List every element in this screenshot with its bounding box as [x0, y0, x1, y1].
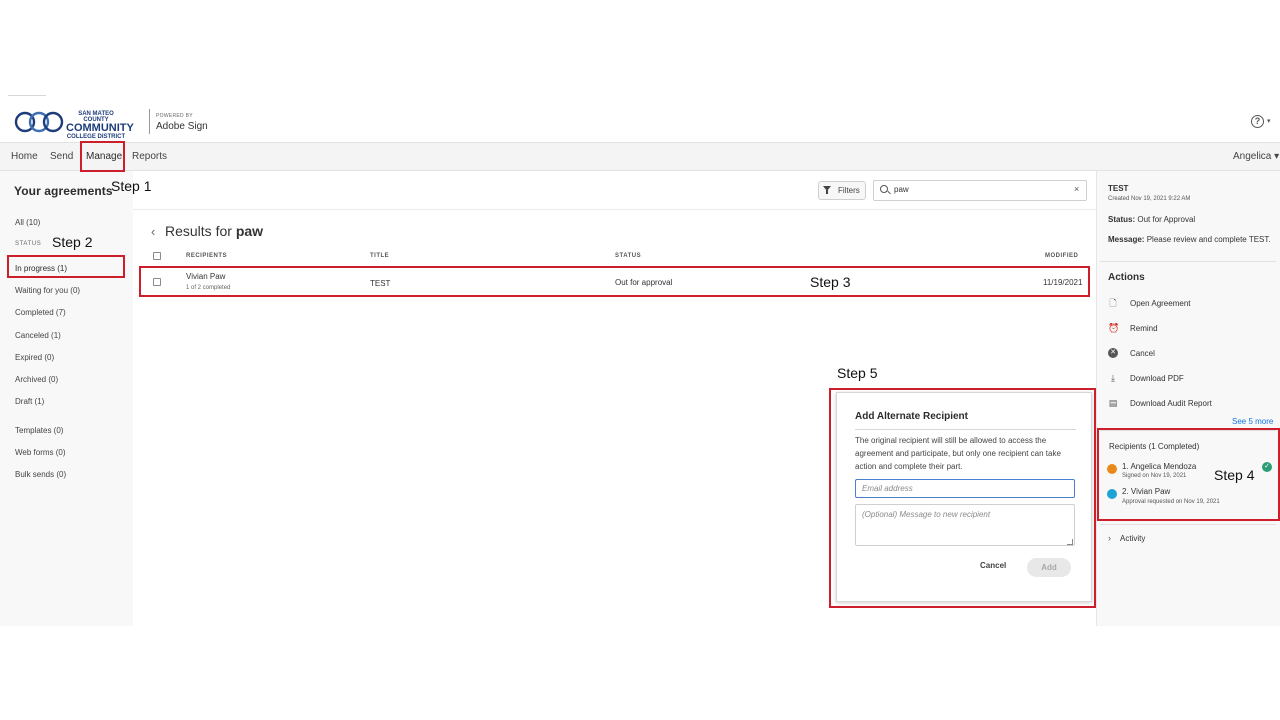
action-download-pdf[interactable]: Download PDF [1130, 374, 1184, 383]
status-key: Status: [1108, 215, 1136, 224]
step4-label: Step 4 [1214, 467, 1255, 483]
step3-label: Step 3 [810, 274, 851, 290]
sidebar-item-expired[interactable]: Expired (0) [15, 353, 54, 362]
cancel-circle-icon: ✕ [1108, 348, 1118, 358]
results-prefix: Results for [165, 223, 232, 239]
document-icon: 🗋 [1109, 298, 1117, 308]
logo-line2: COMMUNITY [66, 122, 134, 134]
action-cancel[interactable]: Cancel [1130, 349, 1155, 358]
status-section-label: STATUS [15, 241, 42, 247]
column-title[interactable]: TITLE [370, 253, 389, 259]
step1-highlight [80, 141, 125, 172]
results-query: paw [235, 223, 264, 239]
search-input-value[interactable]: paw [894, 185, 909, 194]
district-logo-text: SAN MATEO COUNTY COMMUNITY COLLEGE DISTR… [66, 111, 134, 141]
step3-highlight [139, 266, 1090, 297]
step1-label: Step 1 [111, 178, 152, 194]
help-caret-icon[interactable]: ▾ [1267, 117, 1271, 125]
adobe-sign-logo: Adobe Sign [156, 121, 208, 132]
details-divider-3 [1100, 524, 1276, 525]
clear-search-icon[interactable]: × [1074, 184, 1079, 194]
see-more-link[interactable]: See 5 more [1232, 417, 1273, 426]
sidebar-item-draft[interactable]: Draft (1) [15, 397, 44, 406]
sidebar-item-all[interactable]: All (10) [15, 218, 40, 227]
step5-label: Step 5 [837, 365, 878, 381]
sidebar-item-web-forms[interactable]: Web forms (0) [15, 448, 66, 457]
agreement-name: TEST [1108, 184, 1129, 193]
chevron-right-icon[interactable]: › [1108, 533, 1111, 543]
sidebar-item-archived[interactable]: Archived (0) [15, 375, 58, 384]
message-value: Please review and complete TEST. [1146, 235, 1271, 244]
activity-toggle[interactable]: Activity [1120, 534, 1145, 543]
step5-highlight [829, 388, 1096, 608]
column-status[interactable]: STATUS [615, 253, 641, 259]
alarm-clock-icon: ⏰ [1108, 323, 1120, 333]
powered-by-label: POWERED BY [156, 113, 193, 119]
app-header [0, 96, 1280, 142]
agreement-created: Created Nov 19, 2021 9:22 AM [1108, 196, 1191, 202]
column-modified[interactable]: MODIFIED [1045, 253, 1078, 259]
step2-label: Step 2 [52, 234, 93, 250]
select-all-checkbox[interactable] [153, 252, 161, 260]
page-title: Your agreements [14, 184, 113, 198]
back-chevron-icon[interactable]: ‹ [151, 224, 155, 239]
nav-send[interactable]: Send [50, 151, 73, 162]
status-value: Out for Approval [1137, 215, 1196, 224]
help-icon[interactable]: ? [1251, 115, 1264, 128]
sidebar-item-canceled[interactable]: Canceled (1) [15, 331, 61, 340]
actions-heading: Actions [1108, 272, 1145, 283]
agreement-status: Status: Out for Approval [1108, 215, 1195, 224]
logo-line3: COLLEGE DISTRICT [66, 134, 126, 140]
nav-reports[interactable]: Reports [132, 151, 167, 162]
main-nav-bar [0, 142, 1280, 171]
user-menu[interactable]: Angelica ▾ [1233, 151, 1279, 162]
details-divider-1 [1100, 261, 1276, 262]
download-pdf-icon: ⤓ [1111, 373, 1115, 383]
sidebar-item-templates[interactable]: Templates (0) [15, 426, 63, 435]
district-logo-rings [14, 111, 64, 133]
results-heading: Results for paw [165, 223, 263, 239]
logo-divider [149, 109, 150, 134]
action-remind[interactable]: Remind [1130, 324, 1158, 333]
action-open-agreement[interactable]: Open Agreement [1130, 299, 1190, 308]
action-download-audit-report[interactable]: Download Audit Report [1130, 399, 1212, 408]
message-key: Message: [1108, 235, 1145, 244]
sidebar-item-bulk-sends[interactable]: Bulk sends (0) [15, 470, 66, 479]
filter-icon-stem [826, 190, 828, 194]
step2-highlight [7, 255, 125, 278]
column-recipients[interactable]: RECIPIENTS [186, 253, 227, 259]
sidebar-item-waiting[interactable]: Waiting for you (0) [15, 286, 80, 295]
nav-home[interactable]: Home [11, 151, 38, 162]
toolbar-divider [133, 209, 1096, 210]
sidebar-item-completed[interactable]: Completed (7) [15, 308, 66, 317]
agreement-message: Message: Please review and complete TEST… [1108, 235, 1271, 244]
audit-report-icon: ▤ [1108, 398, 1118, 408]
